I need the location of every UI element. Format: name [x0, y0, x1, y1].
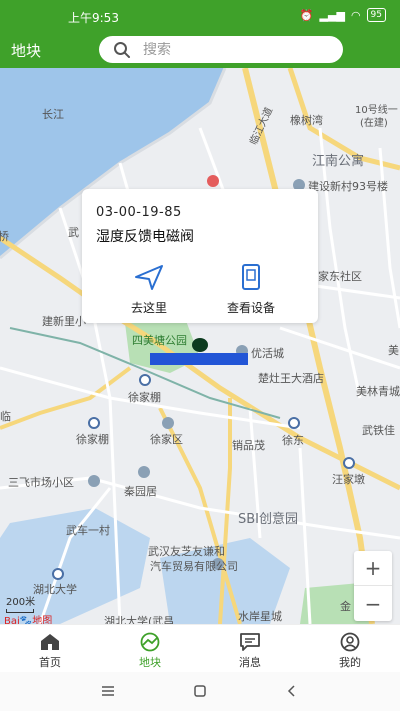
map-label: 金: [340, 600, 351, 613]
map-label: 江南公寓: [312, 154, 365, 169]
map-label: SBI创意园: [238, 512, 299, 527]
metro-station-icon: [52, 568, 64, 580]
zoom-control: + −: [354, 551, 392, 621]
tab-home[interactable]: 首页: [0, 625, 100, 672]
map-label: 徐家棚: [76, 433, 109, 446]
device-phone-icon: [242, 264, 260, 290]
status-icons: ⏰ ▂▄▆ ◠ 95: [300, 8, 386, 22]
map-label: 桥: [0, 230, 9, 243]
search-icon: [114, 41, 130, 58]
tab-label: 我的: [339, 656, 361, 669]
device-code: 03-00-19-85: [96, 205, 182, 220]
map-label: 武汉友芝友谦和: [148, 545, 225, 558]
poi-icon: [162, 417, 174, 429]
status-bar: 上午9:53 ⏰ ▂▄▆ ◠ 95: [0, 0, 400, 32]
map-label: 楚灶王大酒店: [258, 372, 324, 385]
map-label: 汪家墩: [332, 473, 365, 486]
tab-messages[interactable]: 消息: [200, 625, 300, 672]
tab-label: 首页: [39, 656, 61, 669]
navigate-button[interactable]: 去这里: [104, 263, 194, 316]
home-icon: [41, 634, 59, 650]
zoom-out-button[interactable]: −: [354, 586, 392, 621]
map-label: 湖北大学: [33, 583, 77, 596]
map-label: 秦园居: [124, 485, 157, 498]
metro-station-icon: [88, 417, 100, 429]
device-name: 湿度反馈电磁阀: [96, 229, 194, 245]
map-label: 湖北大学(武昌: [104, 615, 175, 624]
alarm-icon: ⏰: [299, 8, 314, 22]
profile-icon: [340, 632, 360, 652]
poi-icon: [88, 475, 100, 487]
map-label: 四美塘公园: [132, 334, 187, 347]
map-label: 武铁佳: [362, 424, 395, 437]
metro-station-icon: [288, 417, 300, 429]
map-view[interactable]: 长江 临江大道 橡树湾 10号线一 (在建) 江南公寓 建设新村93号楼 桥 武…: [0, 68, 400, 624]
map-label: 家东社区: [318, 270, 362, 283]
system-nav-bar: [0, 672, 400, 711]
baidu-logo: Bai🐾地图: [4, 616, 53, 624]
map-label: 美林青城: [356, 385, 400, 398]
navigate-label: 去这里: [130, 301, 167, 315]
tab-plot[interactable]: 地块: [100, 625, 200, 672]
map-label: 徐家棚: [128, 391, 161, 404]
battery-indicator: 95: [366, 8, 386, 22]
map-label: 武: [68, 226, 79, 239]
map-label: 优活城: [251, 347, 284, 360]
bottom-tab-bar: 首页 地块 消息 我的: [0, 624, 400, 672]
message-icon: [240, 633, 260, 651]
poi-icon: [138, 466, 150, 478]
poi-icon: [207, 175, 219, 187]
home-button-icon[interactable]: [193, 684, 207, 698]
map-label: 美: [388, 344, 399, 357]
wifi-icon: ◠: [350, 8, 361, 22]
redaction-bar: [150, 353, 248, 365]
status-time: 上午9:53: [68, 11, 119, 25]
map-label: 建新里小: [42, 315, 86, 328]
map-label: (在建): [360, 118, 388, 129]
map-scale: 200米: [6, 593, 35, 613]
scale-label: 200米: [6, 597, 36, 608]
device-marker[interactable]: [192, 338, 208, 352]
back-icon[interactable]: [285, 684, 299, 698]
map-plot-icon: [140, 632, 160, 652]
menu-icon[interactable]: [101, 684, 115, 698]
app-bar: 地块: [0, 32, 400, 68]
map-label: 销品茂: [232, 439, 265, 452]
map-label: 徐东: [282, 434, 304, 447]
zoom-in-button[interactable]: +: [354, 551, 392, 586]
metro-station-icon: [139, 374, 151, 386]
tab-profile[interactable]: 我的: [300, 625, 400, 672]
view-device-label: 查看设备: [226, 301, 275, 315]
map-label: 汽车贸易有限公司: [150, 560, 238, 573]
signal-icon: ▂▄▆: [319, 8, 345, 22]
map-label: 三飞市场小区: [8, 476, 74, 489]
map-label: 建设新村93号楼: [308, 180, 388, 193]
metro-station-icon: [343, 457, 355, 469]
navigation-arrow-icon: [135, 265, 163, 290]
device-popup: 03-00-19-85 湿度反馈电磁阀 去这里 查看设备: [82, 189, 318, 323]
map-label: 橡树湾: [290, 114, 323, 127]
page-title: 地块: [11, 42, 42, 60]
view-device-button[interactable]: 查看设备: [206, 263, 296, 316]
search-box[interactable]: [99, 36, 343, 63]
search-input[interactable]: [143, 41, 323, 58]
map-label: 长江: [42, 108, 64, 121]
map-label: 武车一村: [66, 524, 110, 537]
map-label: 临: [0, 410, 11, 423]
tab-label: 消息: [239, 656, 261, 669]
map-label: 徐家区: [150, 433, 183, 446]
map-label: 水岸星城: [238, 610, 282, 623]
tab-label: 地块: [139, 656, 161, 669]
